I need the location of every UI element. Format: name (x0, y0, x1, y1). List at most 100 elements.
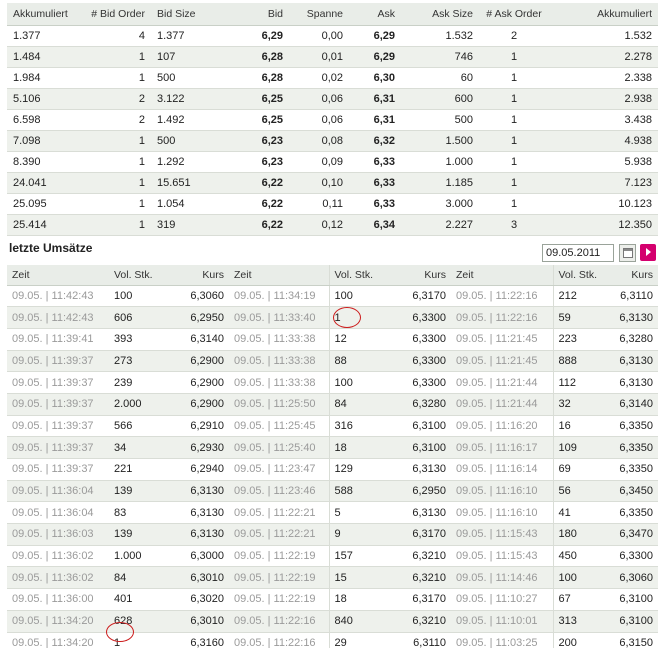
table-row: 8.390 1 1.292 6,23 0,09 6,33 1.000 1 5.938 (7, 151, 658, 173)
bid-size-cell: 107 (151, 46, 227, 68)
table-row: 24.041 1 15.651 6,22 0,10 6,33 1.185 1 7.123 (7, 172, 658, 194)
trade-volume-cell: 67 (552, 588, 609, 611)
trade-price-cell: 6,2930 (169, 436, 229, 459)
trade-price-cell: 6,3470 (609, 523, 658, 546)
bid-price-cell: 6,29 (227, 25, 289, 47)
trade-time-cell: 09.05. | 11:15:43 (451, 523, 553, 546)
table-row: 6.598 2 1.492 6,25 0,06 6,31 500 1 3.438 (7, 109, 658, 131)
trade-time-cell: 09.05. | 11:22:16 (451, 285, 553, 308)
trade-price-cell: 6,2950 (169, 306, 229, 329)
bid-size-cell: 500 (151, 67, 227, 89)
accumulated-ask-cell: 7.123 (549, 172, 658, 194)
trade-time-cell: 09.05. | 11:39:37 (7, 393, 109, 416)
trade-volume-cell: 606 (109, 306, 169, 329)
trade-time-cell: 09.05. | 11:22:21 (229, 523, 329, 546)
trade-price-cell: 6,2910 (169, 415, 229, 438)
date-input[interactable] (542, 244, 614, 262)
bid-order-count-cell: 2 (83, 88, 151, 110)
next-button[interactable] (640, 244, 656, 261)
spread-cell: 0,00 (289, 25, 349, 47)
bid-size-cell: 1.054 (151, 193, 227, 215)
bid-price-cell: 6,22 (227, 193, 289, 215)
trade-price-cell: 6,3350 (609, 436, 658, 459)
trade-price-cell: 6,3350 (609, 501, 658, 525)
trade-price-cell: 6,2900 (169, 350, 229, 373)
trade-price-cell: 6,3140 (609, 393, 658, 416)
column-header-price: Kurs (169, 265, 229, 286)
orderbook-body: 1.377 4 1.377 6,29 0,00 6,29 1.532 2 1.532 1.484 1… (7, 25, 658, 236)
bid-order-count-cell: 4 (83, 25, 151, 47)
trade-price-cell: 6,3130 (169, 480, 229, 503)
ask-price-cell: 6,33 (349, 193, 401, 215)
trade-volume-cell: 88 (328, 350, 391, 373)
bid-price-cell: 6,25 (227, 88, 289, 110)
trade-price-cell: 6,3100 (609, 610, 658, 633)
trade-volume-cell: 139 (109, 523, 169, 546)
bid-size-cell: 319 (151, 214, 227, 236)
accumulated-ask-cell: 3.438 (549, 109, 658, 131)
trade-time-cell: 09.05. | 11:36:00 (7, 588, 109, 611)
trade-price-cell: 6,3210 (391, 610, 451, 633)
trade-time-cell: 09.05. | 11:25:40 (229, 436, 329, 459)
bid-order-count-cell: 1 (83, 214, 151, 236)
ask-price-cell: 6,33 (349, 172, 401, 194)
trade-volume-cell: 139 (109, 480, 169, 503)
ask-price-cell: 6,32 (349, 130, 401, 152)
calendar-button[interactable] (619, 244, 636, 262)
trade-time-cell: 09.05. | 11:16:17 (451, 436, 553, 459)
trade-time-cell: 09.05. | 11:16:20 (451, 415, 553, 438)
spread-cell: 0,10 (289, 172, 349, 194)
trade-time-cell: 09.05. | 11:22:16 (229, 610, 329, 633)
accumulated-ask-cell: 10.123 (549, 193, 658, 215)
accumulated-bid-cell: 25.414 (7, 214, 83, 236)
table-row: 1.484 1 107 6,28 0,01 6,29 746 1 2.278 (7, 46, 658, 68)
trade-volume-cell: 588 (328, 480, 391, 503)
trade-volume-cell: 157 (328, 545, 391, 568)
trade-volume-cell: 100 (552, 566, 609, 590)
trade-price-cell: 6,3140 (169, 328, 229, 351)
ask-order-count-cell: 1 (479, 172, 549, 194)
trade-price-cell: 6,2940 (169, 458, 229, 481)
spread-cell: 0,12 (289, 214, 349, 236)
trade-volume-cell: 212 (552, 285, 609, 308)
trade-time-cell: 09.05. | 11:22:19 (229, 588, 329, 611)
trade-volume-cell: 1.000 (109, 545, 169, 568)
accumulated-bid-cell: 25.095 (7, 193, 83, 215)
accumulated-bid-cell: 5.106 (7, 88, 83, 110)
spread-cell: 0,11 (289, 193, 349, 215)
accumulated-bid-cell: 8.390 (7, 151, 83, 173)
trade-volume-cell: 401 (109, 588, 169, 611)
spread-cell: 0,06 (289, 88, 349, 110)
bid-order-count-cell: 1 (83, 46, 151, 68)
accumulated-ask-cell: 5.938 (549, 151, 658, 173)
trade-time-cell: 09.05. | 11:33:38 (229, 371, 329, 394)
trade-volume-cell: 9 (328, 523, 391, 546)
trade-time-cell: 09.05. | 11:14:46 (451, 566, 553, 590)
accumulated-ask-cell: 1.532 (549, 25, 658, 47)
accumulated-bid-cell: 1.377 (7, 25, 83, 47)
column-header-time: Zeit (451, 265, 553, 286)
trade-price-cell: 6,3060 (609, 566, 658, 590)
trade-volume-cell: 273 (109, 350, 169, 373)
trade-price-cell: 6,3130 (391, 501, 451, 525)
column-header-bid: Bid (227, 3, 289, 26)
trades-table: Zeit Vol. Stk. Kurs Zeit Vol. Stk. Kurs … (7, 265, 658, 648)
column-header-accumulated-bid: Akkumuliert (7, 3, 83, 26)
bid-price-cell: 6,23 (227, 130, 289, 152)
table-row: 09.05. | 11:42:43 100 6,3060 09.05. | 11:34… (7, 285, 658, 308)
table-row: 09.05. | 11:39:37 239 6,2900 09.05. | 11:33… (7, 371, 658, 394)
trade-volume-cell: 83 (109, 501, 169, 525)
trade-time-cell: 09.05. | 11:23:47 (229, 458, 329, 481)
trade-volume-cell: 109 (552, 436, 609, 459)
trade-volume-cell: 84 (109, 566, 169, 590)
trade-time-cell: 09.05. | 11:21:44 (451, 393, 553, 416)
trade-time-cell: 09.05. | 11:36:02 (7, 566, 109, 590)
accumulated-bid-cell: 1.484 (7, 46, 83, 68)
trade-price-cell: 6,3020 (169, 588, 229, 611)
ask-order-count-cell: 2 (479, 25, 549, 47)
trade-price-cell: 6,3100 (391, 415, 451, 438)
bid-size-cell: 1.377 (151, 25, 227, 47)
trade-time-cell: 09.05. | 11:21:45 (451, 328, 553, 351)
trade-time-cell: 09.05. | 11:03:25 (451, 632, 553, 648)
table-row: 09.05. | 11:39:37 273 6,2900 09.05. | 11:33… (7, 350, 658, 373)
